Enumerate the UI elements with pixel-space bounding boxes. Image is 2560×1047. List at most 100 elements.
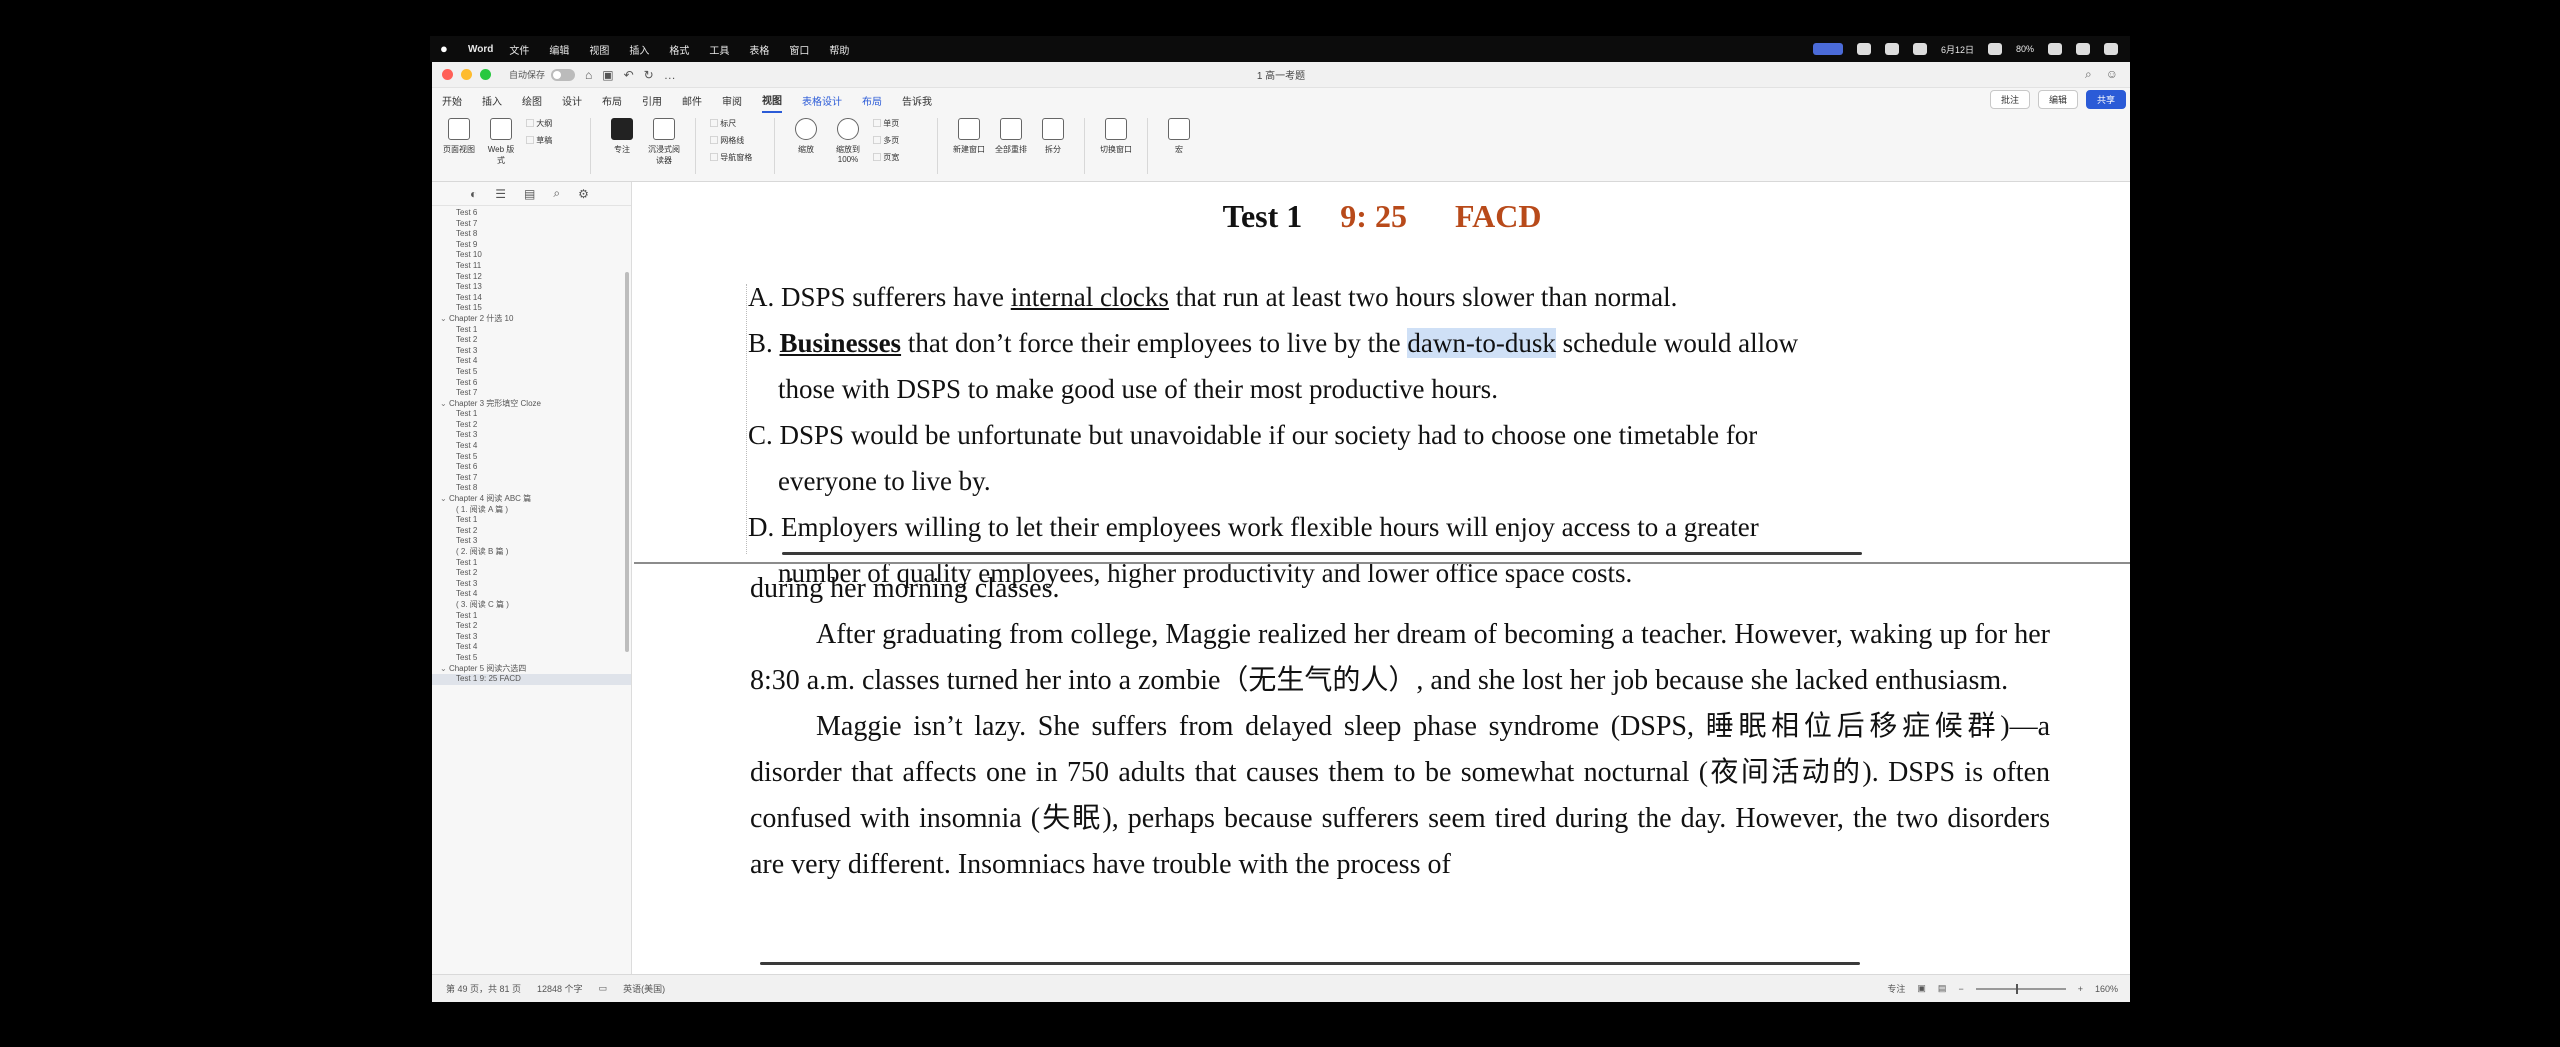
menu-file[interactable]: 文件 xyxy=(509,42,529,57)
nav-test-item[interactable]: Test 3 xyxy=(432,430,631,441)
nav-test-item[interactable]: Test 2 xyxy=(432,335,631,346)
menu-tools[interactable]: 工具 xyxy=(709,42,729,57)
tab-table-design[interactable]: 表格设计 xyxy=(802,89,842,112)
menu-date[interactable]: 6月12日 xyxy=(1941,43,1974,56)
nav-test-item[interactable]: Test 15 xyxy=(432,303,631,314)
menu-window[interactable]: 窗口 xyxy=(789,42,809,57)
split-button[interactable]: 拆分 xyxy=(1036,118,1070,155)
new-window-button[interactable]: 新建窗口 xyxy=(952,118,986,155)
menu-help[interactable]: 帮助 xyxy=(829,42,849,57)
nav-test-item[interactable]: Test 1 9: 25 FACD xyxy=(432,674,631,685)
word-count[interactable]: 12848 个字 xyxy=(537,982,583,995)
navigation-scrollbar[interactable] xyxy=(625,272,629,652)
zoom-slider[interactable] xyxy=(1976,988,2066,990)
menu-edit[interactable]: 编辑 xyxy=(549,42,569,57)
nav-chapter-item[interactable]: Chapter 5 阅读六选四 xyxy=(432,664,631,675)
nav-test-item[interactable]: Test 2 xyxy=(432,526,631,537)
outline-button[interactable]: 大纲 xyxy=(526,118,576,129)
tab-layout[interactable]: 布局 xyxy=(602,89,622,112)
nav-test-item[interactable]: Test 3 xyxy=(432,536,631,547)
nav-test-item[interactable]: Test 4 xyxy=(432,441,631,452)
nav-test-item[interactable]: Test 11 xyxy=(432,261,631,272)
print-layout-view-icon[interactable]: ▣ xyxy=(1917,983,1926,994)
document-canvas[interactable]: Test 1 9: 25 FACD A. DSPS sufferers have… xyxy=(634,182,2130,974)
nav-test-item[interactable]: Test 5 xyxy=(432,653,631,664)
save-icon[interactable]: ▣ xyxy=(602,68,613,82)
page-count[interactable]: 第 49 页，共 81 页 xyxy=(446,982,521,995)
focus-button[interactable]: 专注 xyxy=(605,118,639,155)
menu-table[interactable]: 表格 xyxy=(749,42,769,57)
more-icon[interactable]: … xyxy=(664,68,676,82)
tab-tell-me[interactable]: 告诉我 xyxy=(902,89,932,112)
nav-test-item[interactable]: Test 2 xyxy=(432,420,631,431)
redo-icon[interactable]: ↻ xyxy=(644,68,654,82)
apple-icon[interactable]: ● xyxy=(440,42,454,56)
undo-icon[interactable]: ↶ xyxy=(624,68,634,82)
zoom-in-icon[interactable]: + xyxy=(2078,984,2083,994)
one-page-button[interactable]: 单页 xyxy=(873,118,923,129)
nav-test-item[interactable]: Test 9 xyxy=(432,240,631,251)
nav-test-item[interactable]: Test 8 xyxy=(432,483,631,494)
settings-icon[interactable]: ⚙ xyxy=(578,187,589,201)
nav-test-item[interactable]: Test 7 xyxy=(432,473,631,484)
tab-draw[interactable]: 绘图 xyxy=(522,89,542,112)
zoom-window-button[interactable] xyxy=(480,69,491,80)
headings-icon[interactable]: ☰ xyxy=(495,187,506,201)
web-layout-view-icon[interactable]: ▤ xyxy=(1938,983,1947,994)
multiple-pages-button[interactable]: 多页 xyxy=(873,135,923,146)
tab-review[interactable]: 审阅 xyxy=(722,89,742,112)
autosave-toggle[interactable] xyxy=(551,69,575,81)
nav-test-item[interactable]: Test 7 xyxy=(432,219,631,230)
volume-icon[interactable] xyxy=(1988,43,2002,55)
focus-mode-button[interactable]: 专注 xyxy=(1887,982,1905,995)
nav-test-item[interactable]: Test 1 xyxy=(432,325,631,336)
language-indicator[interactable]: 英语(美国) xyxy=(623,982,665,995)
battery-level[interactable]: 80% xyxy=(2016,44,2034,54)
thumbnails-icon[interactable]: ◐ xyxy=(470,187,477,201)
menu-insert[interactable]: 插入 xyxy=(629,42,649,57)
nav-test-item[interactable]: Test 13 xyxy=(432,282,631,293)
minimize-window-button[interactable] xyxy=(461,69,472,80)
page-width-button[interactable]: 页宽 xyxy=(873,152,923,163)
nav-test-item[interactable]: Test 5 xyxy=(432,452,631,463)
tab-design[interactable]: 设计 xyxy=(562,89,582,112)
web-layout-button[interactable]: Web 版式 xyxy=(484,118,518,166)
nav-test-item[interactable]: Test 4 xyxy=(432,589,631,600)
tab-insert[interactable]: 插入 xyxy=(482,89,502,112)
ruler-checkbox[interactable]: 标尺 xyxy=(710,118,760,129)
account-icon[interactable]: ☺ xyxy=(2106,67,2118,82)
wifi-icon[interactable] xyxy=(2048,43,2062,55)
menu-app-name[interactable]: Word xyxy=(468,44,493,55)
nav-test-item[interactable]: Test 1 xyxy=(432,558,631,569)
nav-test-item[interactable]: Test 6 xyxy=(432,462,631,473)
draft-button[interactable]: 草稿 xyxy=(526,135,576,146)
clipboard-icon[interactable] xyxy=(1885,43,1899,55)
print-layout-button[interactable]: 页面视图 xyxy=(442,118,476,155)
tab-home[interactable]: 开始 xyxy=(442,89,462,112)
wechat-icon[interactable] xyxy=(1857,43,1871,55)
search-icon[interactable] xyxy=(2076,43,2090,55)
nav-test-item[interactable]: Test 6 xyxy=(432,208,631,219)
nav-chapter-item[interactable]: Chapter 2 什选 10 xyxy=(432,314,631,325)
navigation-pane-checkbox[interactable]: 导航窗格 xyxy=(710,152,760,163)
control-center-icon[interactable] xyxy=(2104,43,2118,55)
tab-mailings[interactable]: 邮件 xyxy=(682,89,702,112)
home-icon[interactable]: ⌂ xyxy=(585,68,592,82)
nav-test-item[interactable]: Test 1 xyxy=(432,515,631,526)
nav-test-item[interactable]: Test 7 xyxy=(432,388,631,399)
zoom-out-icon[interactable]: − xyxy=(1958,984,1963,994)
nav-chapter-item[interactable]: Chapter 3 完形填空 Cloze xyxy=(432,399,631,410)
tab-references[interactable]: 引用 xyxy=(642,89,662,112)
share-button[interactable]: 共享 xyxy=(2086,90,2126,109)
nav-test-item[interactable]: Test 2 xyxy=(432,621,631,632)
editing-button[interactable]: 编辑 xyxy=(2038,90,2078,109)
nav-test-item[interactable]: Test 3 xyxy=(432,579,631,590)
search-icon[interactable]: ⌕ xyxy=(2085,67,2092,82)
immersive-reader-button[interactable]: 沉浸式阅读器 xyxy=(647,118,681,166)
pages-icon[interactable]: ▤ xyxy=(524,187,535,201)
screen-share-icon[interactable] xyxy=(1813,43,1843,55)
nav-test-item[interactable]: ( 2. 阅读 B 篇 ) xyxy=(432,547,631,558)
nav-test-item[interactable]: Test 1 xyxy=(432,409,631,420)
tab-view[interactable]: 视图 xyxy=(762,88,782,113)
nav-test-item[interactable]: Test 5 xyxy=(432,367,631,378)
